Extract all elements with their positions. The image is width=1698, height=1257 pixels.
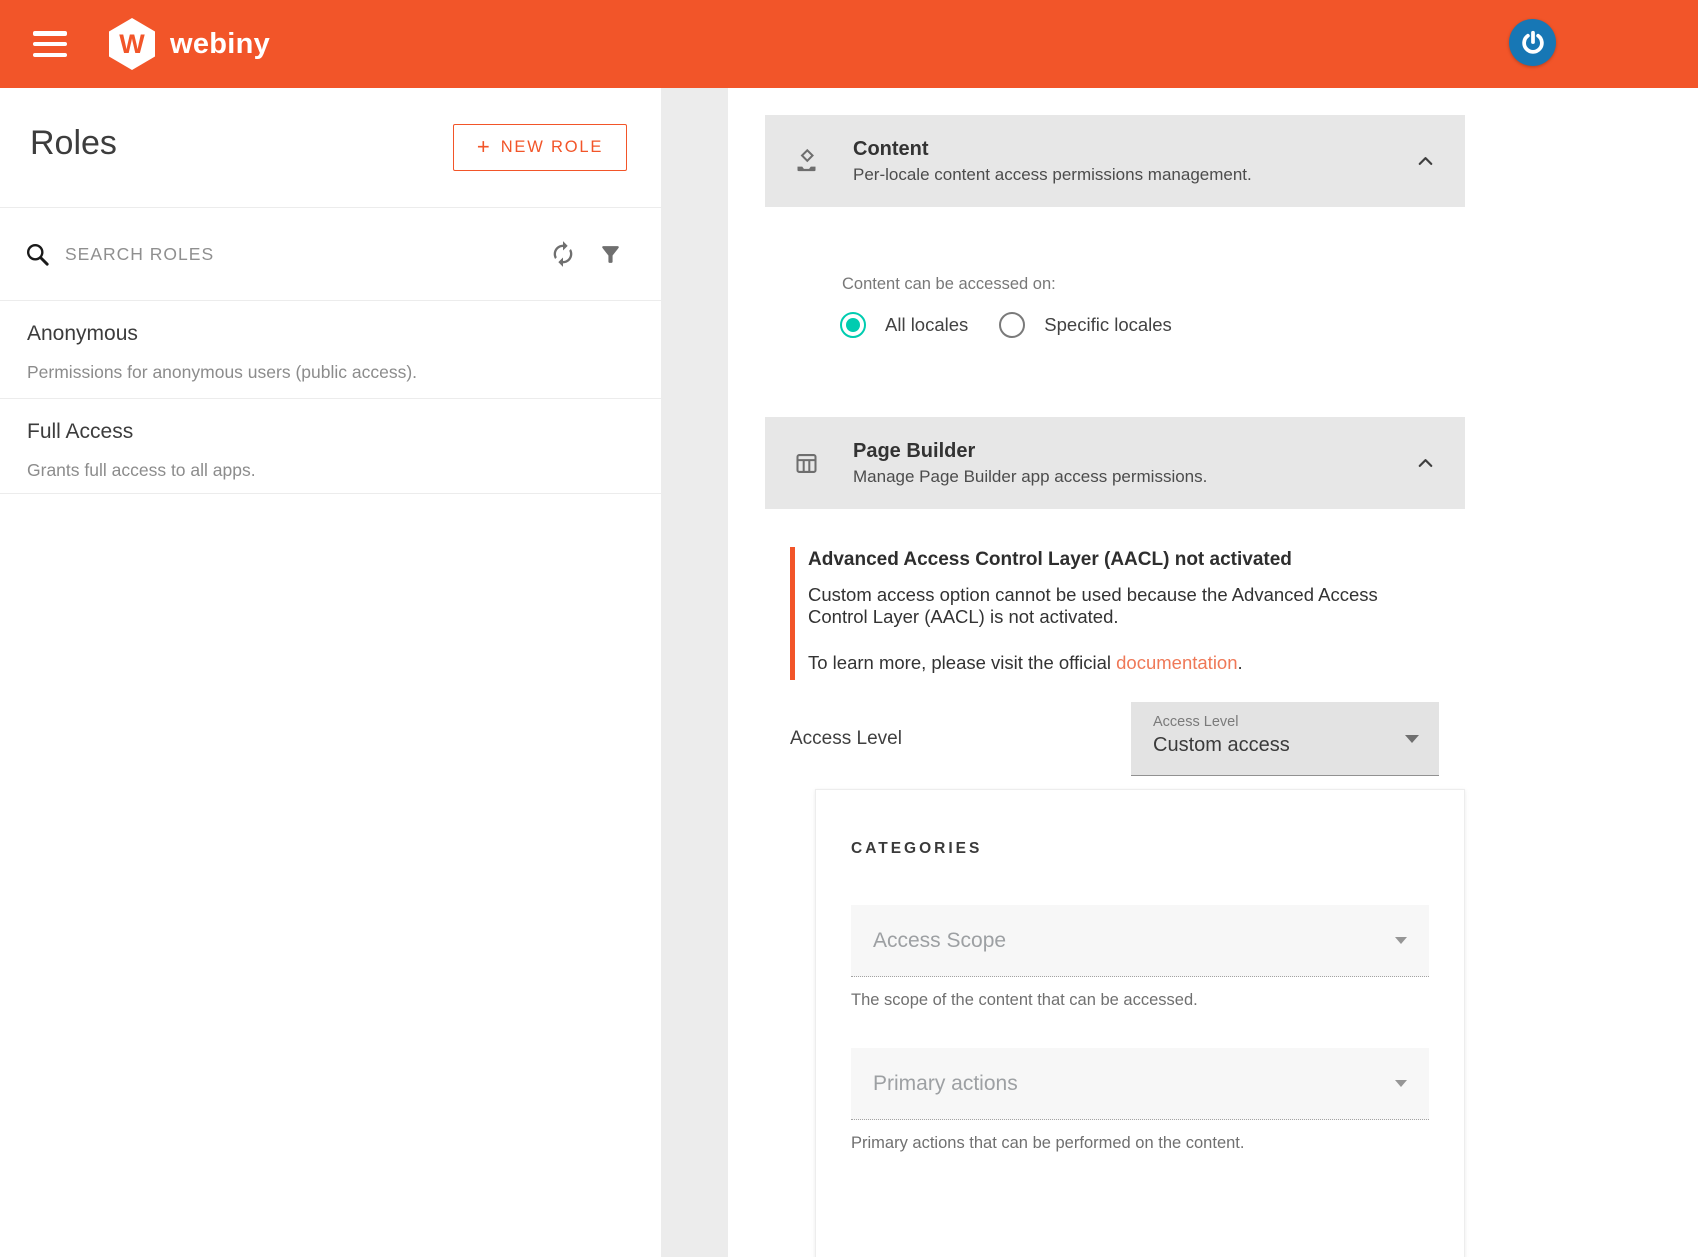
panel-divider (661, 88, 728, 1257)
collapse-section-button[interactable] (1414, 452, 1437, 475)
access-level-label: Access Level (790, 728, 902, 750)
access-scope-select[interactable]: Access Scope (851, 905, 1429, 977)
role-description: Permissions for anonymous users (public … (27, 362, 637, 383)
link-suffix: . (1238, 652, 1243, 673)
webiny-logo-icon: W (109, 18, 155, 70)
access-level-row: Access Level Access Level Custom access (790, 702, 1465, 776)
radio-unselected-icon (999, 312, 1025, 338)
section-header-content[interactable]: Content Per-locale content access permis… (765, 115, 1465, 207)
roles-list-panel: Roles + NEW ROLE Anonymous Permissions f… (0, 88, 661, 1257)
collapse-section-button[interactable] (1414, 150, 1437, 173)
search-bar (0, 207, 661, 301)
locales-question-label: Content can be accessed on: (842, 275, 1056, 294)
logo-letter: W (119, 29, 144, 60)
documentation-link[interactable]: documentation (1116, 652, 1237, 673)
section-subtitle: Manage Page Builder app access permissio… (853, 467, 1207, 487)
refresh-icon (549, 240, 577, 268)
radio-specific-locales[interactable]: Specific locales (999, 312, 1172, 338)
categories-heading: CATEGORIES (851, 840, 1429, 858)
plus-icon: + (477, 134, 490, 160)
brand-name: webiny (170, 28, 270, 61)
role-list-item-full-access[interactable]: Full Access Grants full access to all ap… (0, 399, 661, 494)
warning-body: Custom access option cannot be used beca… (808, 584, 1440, 628)
chevron-up-icon (1414, 452, 1437, 475)
aacl-warning: Advanced Access Control Layer (AACL) not… (790, 547, 1435, 680)
new-role-button-label: NEW ROLE (501, 138, 603, 157)
hamburger-menu-icon[interactable] (33, 31, 67, 57)
radio-all-locales[interactable]: All locales (840, 312, 968, 338)
dropdown-arrow-icon (1405, 735, 1419, 743)
section-title: Content (853, 138, 1252, 161)
categories-card: CATEGORIES Access Scope The scope of the… (815, 789, 1465, 1257)
radio-label: All locales (885, 314, 968, 336)
warning-learn-more: To learn more, please visit the official… (808, 652, 1435, 674)
field-help-text: Primary actions that can be performed on… (851, 1134, 1429, 1153)
user-avatar[interactable] (1509, 19, 1556, 66)
chevron-up-icon (1414, 150, 1437, 173)
search-input[interactable] (65, 244, 548, 265)
page-builder-section-body: Advanced Access Control Layer (AACL) not… (765, 509, 1465, 1257)
select-floating-label: Access Level (1153, 714, 1419, 730)
filter-button[interactable] (595, 239, 625, 269)
table-grid-icon (793, 450, 820, 477)
dropdown-arrow-icon (1395, 937, 1407, 944)
dropdown-arrow-icon (1395, 1080, 1407, 1087)
role-name: Full Access (27, 420, 637, 444)
primary-actions-select[interactable]: Primary actions (851, 1048, 1429, 1120)
search-icon (24, 241, 51, 268)
role-details-panel: Content Per-locale content access permis… (728, 88, 1698, 1257)
filter-icon (598, 242, 623, 267)
field-help-text: The scope of the content that can be acc… (851, 991, 1429, 1010)
page-title: Roles (30, 124, 117, 163)
role-list-item-anonymous[interactable]: Anonymous Permissions for anonymous user… (0, 301, 661, 399)
radio-selected-icon (840, 312, 866, 338)
access-level-select[interactable]: Access Level Custom access (1131, 702, 1439, 776)
role-name: Anonymous (27, 322, 637, 346)
new-role-button[interactable]: + NEW ROLE (453, 124, 627, 171)
section-title: Page Builder (853, 440, 1207, 463)
select-placeholder: Primary actions (873, 1072, 1018, 1096)
radio-label: Specific locales (1044, 314, 1172, 336)
section-subtitle: Per-locale content access permissions ma… (853, 165, 1252, 185)
app-header: W webiny (0, 0, 1698, 88)
locales-radio-group: All locales Specific locales (840, 312, 1172, 338)
select-placeholder: Access Scope (873, 929, 1006, 953)
refresh-button[interactable] (548, 239, 578, 269)
section-header-page-builder[interactable]: Page Builder Manage Page Builder app acc… (765, 417, 1465, 509)
power-icon (1519, 29, 1547, 57)
ballot-content-icon (793, 148, 820, 175)
content-section-body: Content can be accessed on: All locales … (765, 207, 1465, 417)
role-description: Grants full access to all apps. (27, 460, 637, 481)
link-prefix: To learn more, please visit the official (808, 652, 1116, 673)
select-value: Custom access (1153, 734, 1419, 757)
warning-title: Advanced Access Control Layer (AACL) not… (808, 549, 1435, 571)
